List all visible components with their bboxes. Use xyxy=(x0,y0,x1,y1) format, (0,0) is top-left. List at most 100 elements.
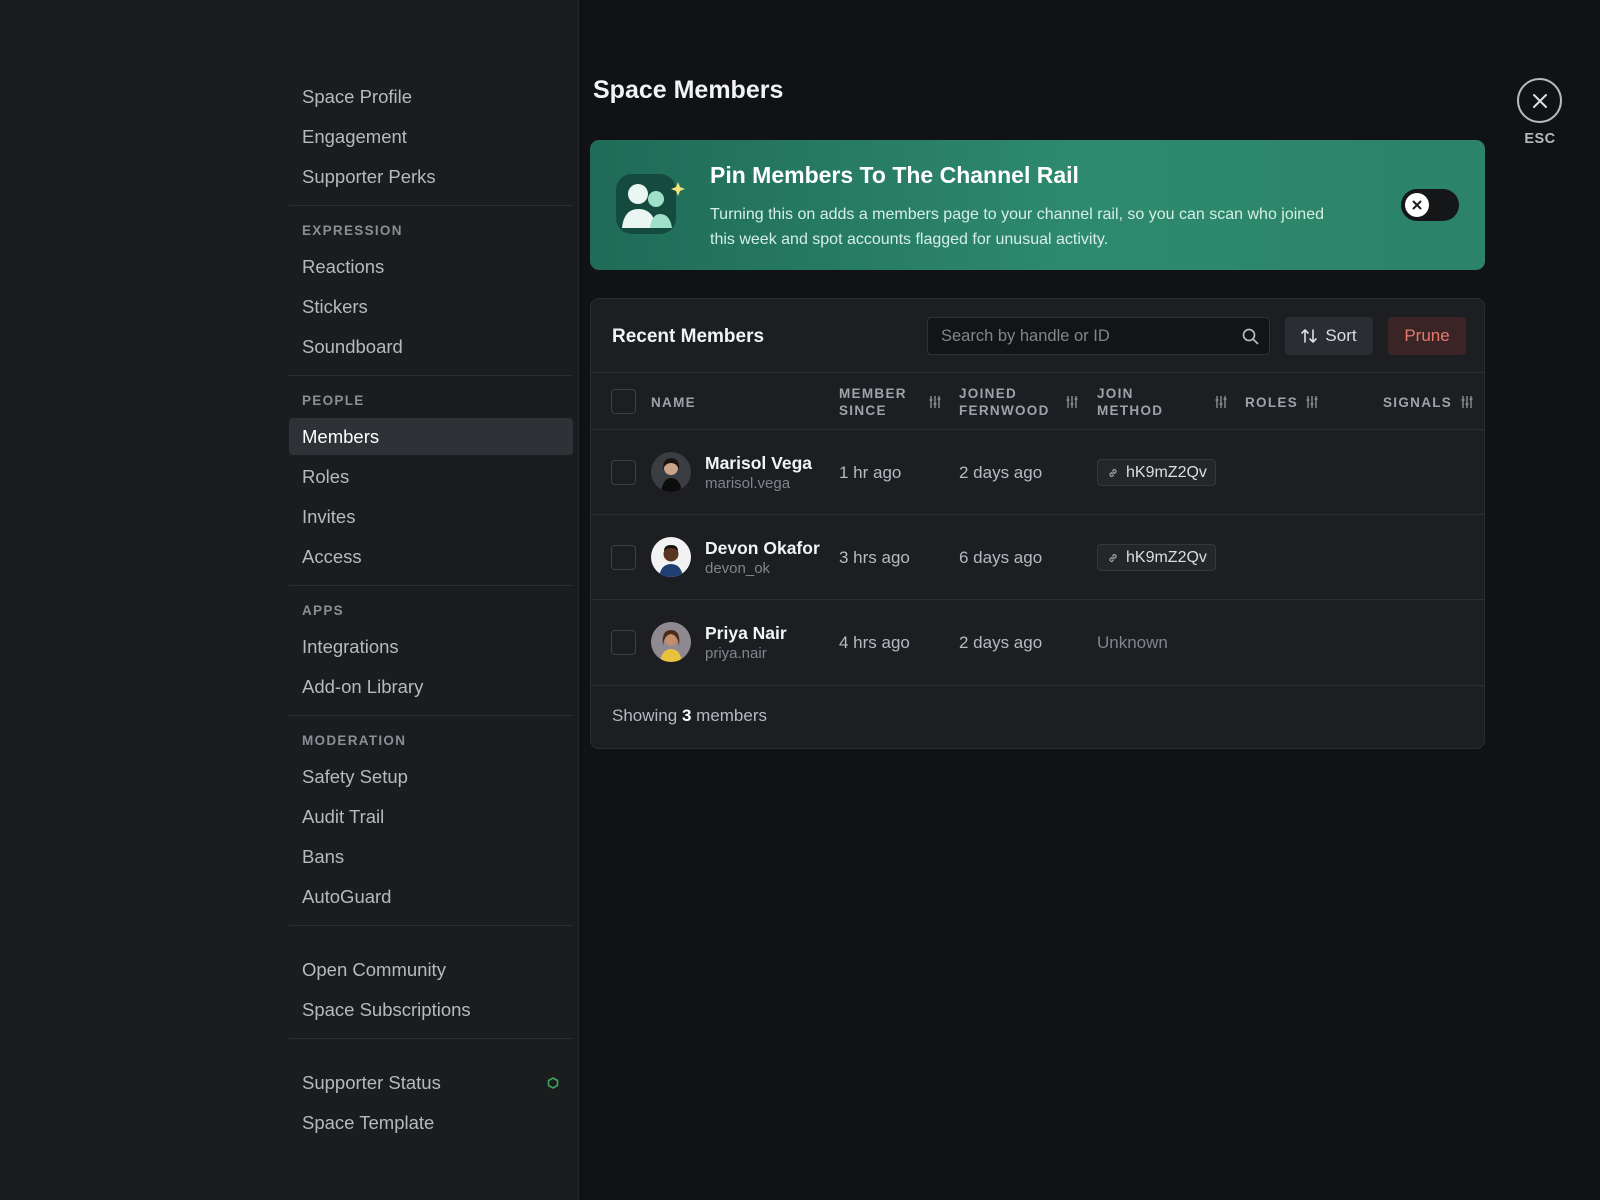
link-icon xyxy=(1109,553,1117,563)
column-settings-icon[interactable] xyxy=(929,395,941,409)
sidebar-item-members[interactable]: Members xyxy=(289,418,573,455)
column-settings-icon[interactable] xyxy=(1066,395,1078,409)
avatar[interactable] xyxy=(651,537,691,577)
sidebar-item-label: Audit Trail xyxy=(302,806,385,827)
settings-sidebar: Space Profile Engagement Supporter Perks EX… xyxy=(289,78,573,1144)
select-all-checkbox[interactable] xyxy=(611,389,636,414)
sidebar-item-label: Safety Setup xyxy=(302,766,408,787)
recent-members-card: Recent Members Sort Prune NAME MEMBER SI… xyxy=(590,298,1485,749)
sidebar-item-access[interactable]: Access xyxy=(289,538,573,575)
member-since: 4 hrs ago xyxy=(839,633,910,652)
sidebar-item-audit-trail[interactable]: Audit Trail xyxy=(289,798,573,835)
sidebar-item-label: AutoGuard xyxy=(302,886,392,907)
count-value: 3 xyxy=(681,706,692,725)
invite-code: hK9mZ2Qv xyxy=(1126,464,1207,481)
pin-members-banner: Pin Members To The Channel Rail Turning … xyxy=(590,140,1485,270)
row-checkbox[interactable] xyxy=(611,460,636,485)
sidebar-section-apps: APPS xyxy=(302,603,344,618)
sidebar-divider xyxy=(289,585,573,586)
row-checkbox[interactable] xyxy=(611,545,636,570)
close-icon xyxy=(1532,93,1547,108)
sidebar-divider xyxy=(289,925,573,926)
sidebar-item-safety-setup[interactable]: Safety Setup xyxy=(289,758,573,795)
sidebar-item-label: Soundboard xyxy=(302,336,403,357)
sidebar-item-integrations[interactable]: Integrations xyxy=(289,628,573,665)
member-search xyxy=(927,317,1270,355)
sidebar-item-label: Stickers xyxy=(302,296,368,317)
sidebar-divider xyxy=(289,715,573,716)
prune-button[interactable]: Prune xyxy=(1388,317,1466,355)
sidebar-item-invites[interactable]: Invites xyxy=(289,498,573,535)
table-row[interactable]: Priya Nair priya.nair 4 hrs ago 2 days a… xyxy=(591,600,1484,686)
members-count: Showing 3 members xyxy=(612,706,768,725)
sidebar-item-label: Supporter Perks xyxy=(302,166,436,187)
sidebar-item-soundboard[interactable]: Soundboard xyxy=(289,328,573,365)
row-checkbox[interactable] xyxy=(611,630,636,655)
close-control: ESC xyxy=(1517,78,1563,147)
member-name: Marisol Vega xyxy=(705,453,812,473)
table-row[interactable]: Devon Okafor devon_ok 3 hrs ago 6 days a… xyxy=(591,515,1484,600)
member-handle: priya.nair xyxy=(705,645,767,662)
sidebar-item-autoguard[interactable]: AutoGuard xyxy=(289,878,573,915)
sidebar-section-people: PEOPLE xyxy=(302,393,365,408)
sidebar-item-engagement[interactable]: Engagement xyxy=(289,118,573,155)
sidebar-item-label: Roles xyxy=(302,466,350,487)
sidebar-item-space-template[interactable]: Space Template xyxy=(289,1104,573,1141)
member-name: Devon Okafor xyxy=(705,538,820,558)
card-title: Recent Members xyxy=(612,326,765,347)
sidebar-item-bans[interactable]: Bans xyxy=(289,838,573,875)
sidebar-item-label: Reactions xyxy=(302,256,385,277)
close-button[interactable] xyxy=(1517,78,1562,123)
page-title: Space Members xyxy=(593,76,784,104)
sidebar-item-open-community[interactable]: Open Community xyxy=(289,951,573,988)
members-icon xyxy=(616,174,685,234)
sidebar-item-supporter-status[interactable]: Supporter Status xyxy=(289,1064,573,1101)
sort-icon xyxy=(1301,329,1318,343)
avatar[interactable] xyxy=(651,622,691,662)
search-input[interactable] xyxy=(928,318,1269,354)
sidebar-section-expression: EXPRESSION xyxy=(302,223,403,238)
sidebar-item-supporter-perks[interactable]: Supporter Perks xyxy=(289,158,573,195)
member-name: Priya Nair xyxy=(705,623,787,643)
column-header-name: NAME xyxy=(651,395,696,410)
sidebar-item-space-subscriptions[interactable]: Space Subscriptions xyxy=(289,991,573,1028)
invite-code: hK9mZ2Qv xyxy=(1126,549,1207,566)
sidebar-item-label: Open Community xyxy=(302,959,446,980)
avatar[interactable] xyxy=(651,452,691,492)
member-since: 1 hr ago xyxy=(839,463,902,482)
joined-date: 6 days ago xyxy=(959,548,1043,567)
esc-label: ESC xyxy=(1524,131,1556,147)
column-settings-icon[interactable] xyxy=(1215,395,1227,409)
invite-code-chip[interactable]: hK9mZ2Qv xyxy=(1097,459,1216,486)
sidebar-item-space-profile[interactable]: Space Profile xyxy=(289,78,573,115)
link-icon xyxy=(1109,468,1117,478)
column-header-join-method: JOIN METHOD xyxy=(1097,386,1164,418)
member-handle: marisol.vega xyxy=(705,475,791,492)
sidebar-item-roles[interactable]: Roles xyxy=(289,458,573,495)
sidebar-divider xyxy=(289,205,573,206)
sidebar-item-add-on-library[interactable]: Add-on Library xyxy=(289,668,573,705)
sidebar-section-moderation: MODERATION xyxy=(302,733,407,748)
invite-code-chip[interactable]: hK9mZ2Qv xyxy=(1097,544,1216,571)
search-icon[interactable] xyxy=(1242,328,1259,345)
table-row[interactable]: Marisol Vega marisol.vega 1 hr ago 2 day… xyxy=(591,430,1484,515)
sidebar-item-label: Integrations xyxy=(302,636,399,657)
sidebar-item-label: Space Subscriptions xyxy=(302,999,471,1020)
toggle-off-icon xyxy=(1412,200,1422,210)
column-settings-icon[interactable] xyxy=(1461,395,1473,409)
sidebar-item-label: Supporter Status xyxy=(302,1072,441,1093)
member-handle: devon_ok xyxy=(705,560,771,577)
sidebar-divider xyxy=(289,1038,573,1039)
joined-date: 2 days ago xyxy=(959,463,1043,482)
column-header-signals: SIGNALS xyxy=(1383,395,1453,410)
table-header: NAME MEMBER SINCE JOINED FERNWOOD JOIN M… xyxy=(591,372,1484,430)
sidebar-item-reactions[interactable]: Reactions xyxy=(289,248,573,285)
pin-members-toggle[interactable] xyxy=(1401,189,1459,221)
hexagon-status-icon xyxy=(547,1077,559,1089)
sidebar-item-stickers[interactable]: Stickers xyxy=(289,288,573,325)
column-settings-icon[interactable] xyxy=(1306,395,1318,409)
sidebar-item-label: Space Profile xyxy=(302,86,413,107)
sort-button[interactable]: Sort xyxy=(1285,317,1373,355)
column-header-joined: JOINED FERNWOOD xyxy=(959,386,1050,418)
